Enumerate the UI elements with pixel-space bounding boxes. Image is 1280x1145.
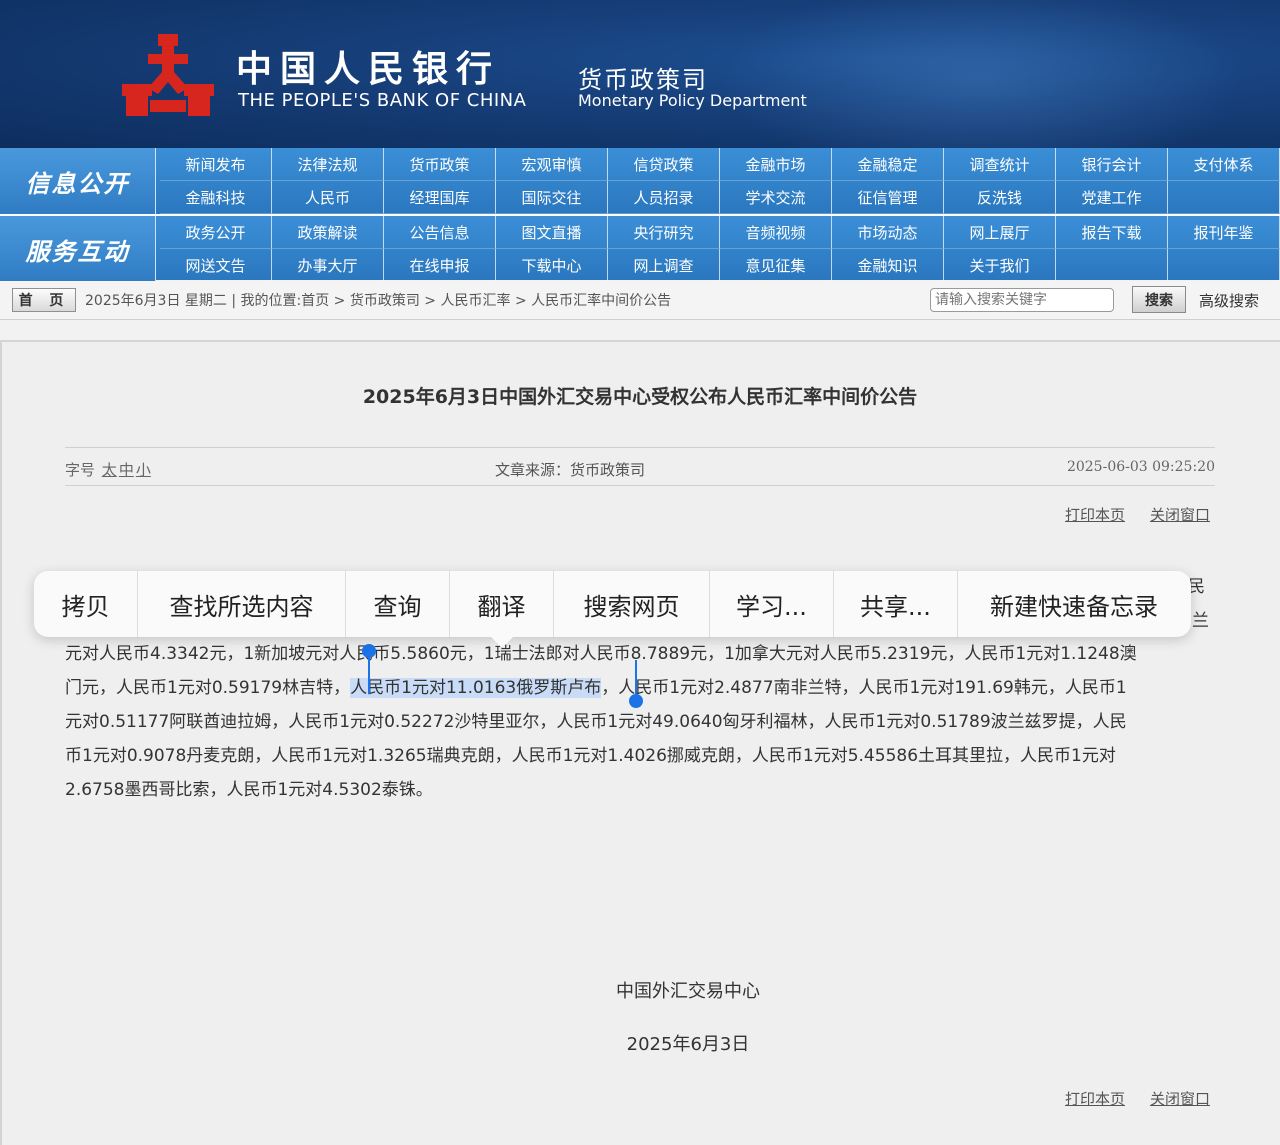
font-size-label: 字号 xyxy=(65,461,96,479)
issuer-name: 中国外汇交易中心 xyxy=(616,981,760,1002)
search-input[interactable] xyxy=(930,288,1114,312)
font-medium-link[interactable]: 中 xyxy=(119,461,134,479)
article-text-line: 币1元对0.9078丹麦克朗，人民币1元对1.3265瑞典克朗，人民币1元对1.… xyxy=(65,746,1116,766)
nav-item[interactable]: 新闻发布 xyxy=(160,148,272,181)
nav-item[interactable]: 市场动态 xyxy=(832,216,944,249)
text-selection-menu: 拷贝 查找所选内容 查询 翻译 搜索网页 学习... 共享... 新建快速备忘录 xyxy=(34,571,1191,637)
nav-item[interactable]: 网上展厅 xyxy=(944,216,1056,249)
site-header: 中国人民银行 THE PEOPLE'S BANK OF CHINA 货币政策司 … xyxy=(0,0,1280,148)
text-peek: 兰 xyxy=(1192,611,1209,631)
nav-grid-info: 新闻发布 法律法规 货币政策 宏观审慎 信贷政策 金融市场 金融稳定 调查统计 银行会计 支付体系… xyxy=(160,148,1280,214)
nav-item[interactable]: 经理国库 xyxy=(384,181,496,214)
bank-name-cn: 中国人民银行 xyxy=(236,48,501,90)
article-source: 文章来源：货币政策司 xyxy=(495,461,646,479)
selection-end-line xyxy=(635,660,637,698)
article-title: 2025年6月3日中国外汇交易中心受权公布人民币汇率中间价公告 xyxy=(362,386,918,408)
nav-item[interactable]: 在线申报 xyxy=(384,249,496,282)
home-button[interactable]: 首 页 xyxy=(12,288,76,312)
advanced-search-link[interactable]: 高级搜索 xyxy=(1199,290,1259,311)
nav-empty-cell xyxy=(1168,181,1280,214)
font-large-link[interactable]: 太 xyxy=(102,461,117,479)
dept-name-cn: 货币政策司 xyxy=(578,66,708,94)
print-page-link-bottom[interactable]: 打印本页 xyxy=(1065,1088,1125,1109)
nav-item[interactable]: 银行会计 xyxy=(1056,148,1168,181)
article-text-line: 2.6758墨西哥比索，人民币1元对4.5302泰铢。 xyxy=(65,780,433,800)
selection-start-line xyxy=(368,652,370,694)
bank-name-en: THE PEOPLE'S BANK OF CHINA xyxy=(238,90,527,111)
print-page-link[interactable]: 打印本页 xyxy=(1065,504,1125,525)
selection-start-handle[interactable] xyxy=(362,644,376,658)
nav-empty-cell xyxy=(1056,249,1168,282)
pboc-logo-icon[interactable] xyxy=(118,30,218,120)
context-menu-item[interactable]: 新建快速备忘录 xyxy=(958,571,1190,637)
menu-pointer-arrow xyxy=(490,636,514,648)
nav-item[interactable]: 金融市场 xyxy=(720,148,832,181)
context-menu-item[interactable]: 共享... xyxy=(834,571,958,637)
nav-item[interactable]: 办事大厅 xyxy=(272,249,384,282)
nav-item[interactable]: 报刊年鉴 xyxy=(1168,216,1280,249)
font-size-control: 字号 太中小 xyxy=(65,459,151,480)
nav-row-info: 信息公开 新闻发布 法律法规 货币政策 宏观审慎 信贷政策 金融市场 金融稳定 调查统计 银行会… xyxy=(0,148,1280,214)
nav-item[interactable]: 货币政策 xyxy=(384,148,496,181)
nav-item[interactable]: 人民币 xyxy=(272,181,384,214)
nav-item[interactable]: 金融稳定 xyxy=(832,148,944,181)
text-segment: ，人民币1元对2.4877南非兰特，人民币1元对191.69韩元，人民币1 xyxy=(601,678,1127,698)
nav-row-service: 服务互动 政务公开 政策解读 公告信息 图文直播 央行研究 音频视频 市场动态 网上展厅 报告下… xyxy=(0,214,1280,282)
nav-item[interactable]: 金融知识 xyxy=(832,249,944,282)
nav-category-info[interactable]: 信息公开 xyxy=(0,148,156,214)
nav-item[interactable]: 政务公开 xyxy=(160,216,272,249)
nav-item[interactable]: 政策解读 xyxy=(272,216,384,249)
breadcrumb-bar: 首 页 2025年6月3日 星期二 | 我的位置:首页 > 货币政策司 > 人民… xyxy=(0,281,1280,320)
nav-item[interactable]: 党建工作 xyxy=(1056,181,1168,214)
nav-item[interactable]: 支付体系 xyxy=(1168,148,1280,181)
nav-category-service[interactable]: 服务互动 xyxy=(0,216,156,282)
nav-item[interactable]: 央行研究 xyxy=(608,216,720,249)
nav-item[interactable]: 网上调查 xyxy=(608,249,720,282)
nav-item[interactable]: 征信管理 xyxy=(832,181,944,214)
nav-item[interactable]: 公告信息 xyxy=(384,216,496,249)
nav-item[interactable]: 金融科技 xyxy=(160,181,272,214)
nav-item[interactable]: 宏观审慎 xyxy=(496,148,608,181)
nav-empty-cell xyxy=(1168,249,1280,282)
divider xyxy=(65,485,1215,486)
main-nav: 信息公开 新闻发布 法律法规 货币政策 宏观审慎 信贷政策 金融市场 金融稳定 调查统计 银行会… xyxy=(0,148,1280,282)
nav-item[interactable]: 学术交流 xyxy=(720,181,832,214)
nav-item[interactable]: 法律法规 xyxy=(272,148,384,181)
selection-end-handle[interactable] xyxy=(629,694,643,708)
nav-item[interactable]: 反洗钱 xyxy=(944,181,1056,214)
nav-item[interactable]: 人员招录 xyxy=(608,181,720,214)
context-menu-item[interactable]: 翻译 xyxy=(450,571,554,637)
publish-time: 2025-06-03 09:25:20 xyxy=(1066,459,1215,475)
nav-item[interactable]: 意见征集 xyxy=(720,249,832,282)
nav-grid-service: 政务公开 政策解读 公告信息 图文直播 央行研究 音频视频 市场动态 网上展厅 报告下载 报刊年鉴… xyxy=(160,216,1280,282)
context-menu-item[interactable]: 拷贝 xyxy=(34,571,138,637)
issue-date: 2025年6月3日 xyxy=(626,1034,750,1055)
nav-item[interactable]: 国际交往 xyxy=(496,181,608,214)
nav-item[interactable]: 信贷政策 xyxy=(608,148,720,181)
nav-item[interactable]: 下载中心 xyxy=(496,249,608,282)
close-window-link[interactable]: 关闭窗口 xyxy=(1150,504,1210,525)
divider xyxy=(65,447,1215,448)
context-menu-item[interactable]: 搜索网页 xyxy=(554,571,710,637)
article-text-line: 元对人民币4.3342元，1新加坡元对人民币5.5860元，1瑞士法郎对人民币8… xyxy=(65,644,1137,664)
context-menu-item[interactable]: 查询 xyxy=(346,571,450,637)
nav-item[interactable]: 关于我们 xyxy=(944,249,1056,282)
search-button[interactable]: 搜索 xyxy=(1132,286,1186,313)
nav-item[interactable]: 调查统计 xyxy=(944,148,1056,181)
article-text-line: 门元，人民币1元对0.59179林吉特，人民币1元对11.0163俄罗斯卢布，人… xyxy=(65,673,1215,698)
close-window-link-bottom[interactable]: 关闭窗口 xyxy=(1150,1088,1210,1109)
context-menu-item[interactable]: 查找所选内容 xyxy=(138,571,346,637)
header-glow xyxy=(720,0,1240,148)
nav-item[interactable]: 图文直播 xyxy=(496,216,608,249)
font-small-link[interactable]: 小 xyxy=(136,461,151,479)
breadcrumb[interactable]: 2025年6月3日 星期二 | 我的位置:首页 > 货币政策司 > 人民币汇率 … xyxy=(85,290,671,310)
nav-item[interactable]: 报告下载 xyxy=(1056,216,1168,249)
selected-text[interactable]: 人民币1元对11.0163俄罗斯卢布 xyxy=(350,678,602,698)
text-segment: 门元，人民币1元对0.59179林吉特， xyxy=(65,678,351,698)
dept-name-en: Monetary Policy Department xyxy=(578,91,807,110)
context-menu-item[interactable]: 学习... xyxy=(710,571,834,637)
nav-item[interactable]: 音频视频 xyxy=(720,216,832,249)
article-text-line: 元对0.51177阿联酋迪拉姆，人民币1元对0.52272沙特里亚尔，人民币1元… xyxy=(65,712,1127,732)
nav-item[interactable]: 网送文告 xyxy=(160,249,272,282)
